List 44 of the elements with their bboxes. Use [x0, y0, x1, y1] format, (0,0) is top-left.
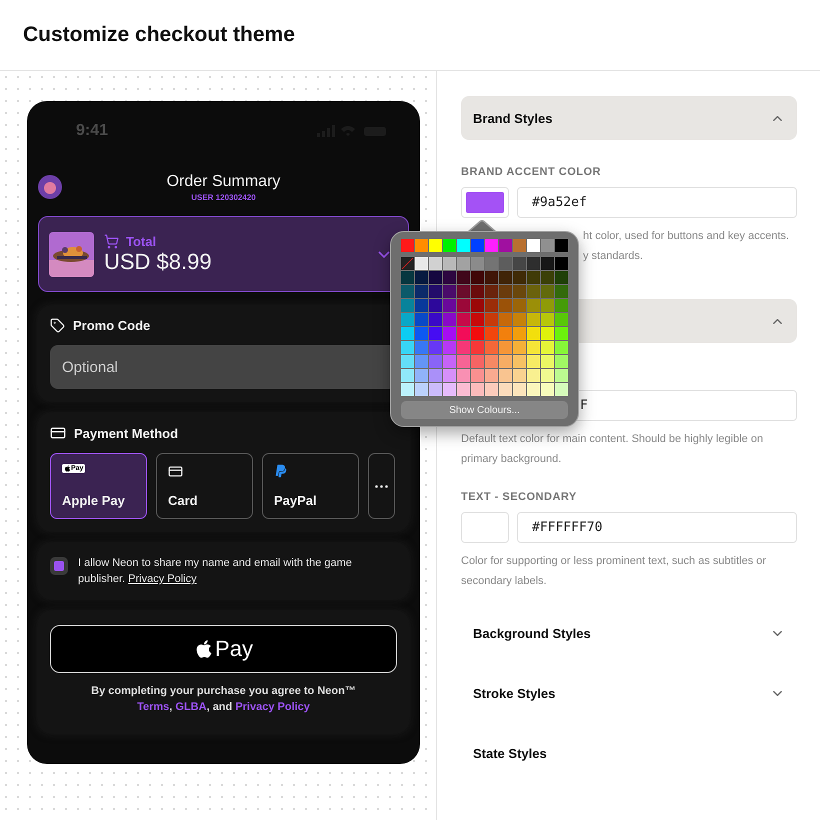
legal-link[interactable]: GLBA [175, 701, 207, 713]
page-title: Customize checkout theme [23, 23, 295, 47]
total-card[interactable]: Total USD $8.99 [38, 216, 409, 292]
legal-link[interactable]: Privacy Policy [235, 701, 310, 713]
order-summary-title: Order Summary [166, 172, 280, 190]
color-value-field[interactable]: #FFFFFF70 [517, 512, 797, 543]
field-description: Color for supporting or less prominent text, such as subtitles or secondary labels. [461, 554, 768, 589]
apple-logo-icon [194, 639, 214, 659]
color-palette-drawing[interactable] [401, 239, 568, 397]
field-description: Default text color for main content. Should be highly legible on primary background. [461, 432, 764, 467]
consent-checkbox[interactable] [50, 557, 68, 575]
more-icon [375, 484, 388, 488]
apple-pay-button[interactable]: Pay [50, 625, 397, 673]
field-description: y standards. [583, 249, 644, 264]
consent-text: I allow Neon to share my name and email with the game publisher. Privacy Policy [78, 556, 353, 587]
total-amount: USD $8.99 [104, 248, 213, 274]
apple-logo-icon [64, 465, 71, 472]
color-swatch[interactable] [461, 512, 509, 543]
payment-method-option[interactable]: Card [156, 453, 253, 519]
more-options-button[interactable] [368, 453, 395, 519]
payment-title: Payment Method [74, 426, 178, 440]
section-header[interactable]: Brand Styles [461, 96, 797, 140]
promo-title: Promo Code [73, 318, 150, 333]
payment-method-option[interactable]: PayPal [262, 453, 359, 519]
tag-icon [50, 318, 65, 333]
user-id: USER 120302420 [191, 192, 256, 202]
cart-icon [104, 234, 119, 248]
privacy-policy-link[interactable]: Privacy Policy [128, 573, 197, 585]
field-label: TEXT - SECONDARY [461, 491, 578, 505]
field-description: ht color, used for buttons and key accents. [583, 229, 790, 244]
color-value-field[interactable]: #9a52ef [517, 187, 797, 218]
card-number-icon [50, 425, 66, 441]
credit-card-icon [168, 464, 183, 479]
section-header[interactable]: Background Styles [461, 613, 797, 653]
avatar-icon [38, 175, 62, 199]
total-label: Total [126, 234, 156, 248]
section-header[interactable]: Stroke Styles [461, 673, 797, 713]
color-swatch[interactable] [461, 187, 509, 218]
field-label: BRAND ACCENT COLOR [461, 166, 602, 180]
status-time: 9:41 [76, 122, 108, 140]
legal-link[interactable]: Terms [137, 701, 170, 713]
section-header[interactable]: State Styles [461, 733, 797, 773]
legal-text: By completing your purchase you agree to Neon™ Terms, GLBA, and Privacy Policy [90, 684, 357, 715]
paypal-logo-icon [274, 464, 288, 478]
